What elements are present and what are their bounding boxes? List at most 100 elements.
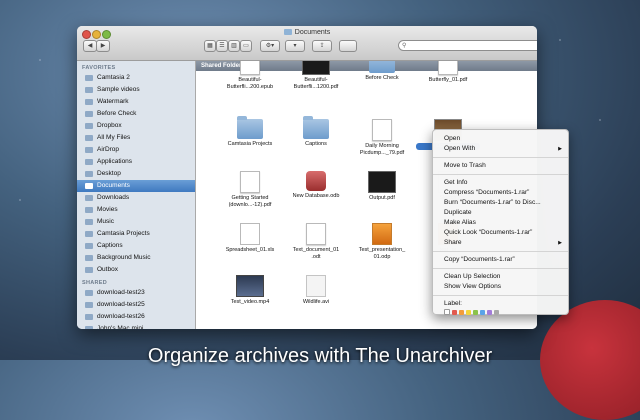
forward-button[interactable]: ▶ bbox=[96, 40, 110, 52]
label-color-swatch[interactable] bbox=[480, 309, 485, 315]
search-input[interactable]: ⚲ bbox=[398, 40, 537, 51]
sidebar-item[interactable]: Background Music bbox=[77, 252, 195, 264]
sidebar-item-label: Outbox bbox=[97, 266, 118, 273]
coverflow-view-button[interactable]: ▭ bbox=[240, 40, 252, 52]
sidebar-item-label: All My Files bbox=[97, 134, 131, 141]
menu-item[interactable]: Burn “Documents-1.rar” to Disc... bbox=[433, 198, 568, 208]
sidebar-item[interactable]: Downloads bbox=[77, 192, 195, 204]
file-item[interactable]: Getting Started (downlo...-12).pdf bbox=[218, 171, 282, 209]
sidebar-item[interactable]: Outbox bbox=[77, 264, 195, 276]
menu-item[interactable]: Clean Up Selection bbox=[433, 272, 568, 282]
label-color-swatch[interactable] bbox=[494, 309, 499, 315]
menu-item[interactable]: Get Info bbox=[433, 178, 568, 188]
file-label: Beautiful- Butterfli...200.epub bbox=[226, 77, 274, 90]
sidebar-item[interactable]: Documents bbox=[77, 180, 195, 192]
sidebar-item[interactable]: Sample videos bbox=[77, 84, 195, 96]
icon-view-button[interactable]: ▦ bbox=[204, 40, 216, 52]
folder-icon bbox=[85, 231, 93, 237]
file-item[interactable]: Wildlife.avi bbox=[284, 275, 348, 306]
file-item[interactable]: Beautiful- Butterfli...200.epub bbox=[218, 61, 282, 91]
search-icon: ⚲ bbox=[402, 43, 407, 49]
folder-icon bbox=[85, 219, 93, 225]
file-item[interactable]: Text_document_01 .odt bbox=[284, 223, 348, 261]
file-item[interactable]: Before Check bbox=[350, 61, 414, 82]
menu-item[interactable]: Make Alias bbox=[433, 218, 568, 228]
sidebar-item-label: Watermark bbox=[97, 98, 129, 105]
menu-item[interactable]: Duplicate bbox=[433, 208, 568, 218]
label-color-swatch[interactable] bbox=[473, 309, 478, 315]
sidebar-item[interactable]: Before Check bbox=[77, 108, 195, 120]
file-label: Before Check bbox=[365, 75, 399, 81]
label-color-swatch[interactable] bbox=[459, 309, 464, 315]
menu-item[interactable]: Compress “Documents-1.rar” bbox=[433, 188, 568, 198]
file-label: Text_document_01 .odt bbox=[292, 247, 340, 260]
sidebar-item[interactable]: Applications bbox=[77, 156, 195, 168]
menu-separator bbox=[433, 268, 568, 269]
submenu-arrow-icon: ▶ bbox=[558, 240, 562, 246]
folder-icon bbox=[369, 61, 395, 73]
sidebar-item[interactable]: download-test23 bbox=[77, 287, 195, 299]
file-label: Wildlife.avi bbox=[302, 299, 330, 305]
sidebar-header-shared: SHARED bbox=[82, 280, 108, 286]
column-view-button[interactable]: ▥ bbox=[228, 40, 240, 52]
file-item[interactable]: Output.pdf bbox=[350, 171, 414, 202]
sidebar-item[interactable]: Dropbox bbox=[77, 120, 195, 132]
file-item[interactable]: Captions bbox=[284, 116, 348, 148]
folder-icon bbox=[85, 75, 93, 81]
file-item[interactable]: Test_video.mp4 bbox=[218, 275, 282, 306]
sidebar-item[interactable]: Camtasia 2 bbox=[77, 72, 195, 84]
file-item[interactable]: Camtasia Projects bbox=[218, 116, 282, 148]
sidebar-item[interactable]: download-test25 bbox=[77, 299, 195, 311]
computer-icon bbox=[85, 314, 93, 320]
sidebar-item-label: Downloads bbox=[97, 194, 130, 201]
file-item[interactable]: Test_presentation_ 01.odp bbox=[350, 223, 414, 261]
file-item[interactable]: Daily Morning Picdump..._79.pdf bbox=[350, 119, 414, 157]
sidebar-item-label: Applications bbox=[97, 158, 133, 165]
sidebar-item[interactable]: Watermark bbox=[77, 96, 195, 108]
sidebar-item[interactable]: Movies bbox=[77, 204, 195, 216]
file-label: New Database.odb bbox=[292, 193, 340, 199]
file-item[interactable]: New Database.odb bbox=[284, 171, 348, 200]
sidebar-item[interactable]: AirDrop bbox=[77, 144, 195, 156]
menu-item[interactable]: Move to Trash bbox=[433, 161, 568, 171]
label-color-swatch[interactable] bbox=[452, 309, 457, 315]
file-item[interactable]: Butterfly_01.pdf bbox=[416, 61, 480, 84]
file-item[interactable]: Beautiful- Butterfli...1200.pdf bbox=[284, 61, 348, 91]
menu-item-label: Get Info bbox=[444, 179, 468, 186]
menu-item-label: Open With bbox=[444, 145, 476, 152]
menu-item[interactable]: Share ▶ bbox=[433, 238, 568, 248]
menu-item[interactable]: Open With ▶ bbox=[433, 144, 568, 154]
menu-item[interactable]: Copy “Documents-1.rar” bbox=[433, 255, 568, 265]
file-label: Test_presentation_ 01.odp bbox=[358, 247, 406, 260]
menu-item-label: Open bbox=[444, 135, 461, 142]
sidebar-item-label: Before Check bbox=[97, 110, 137, 117]
folder-icon bbox=[85, 243, 93, 249]
sidebar-item[interactable]: Music bbox=[77, 216, 195, 228]
sidebar-item[interactable]: Desktop bbox=[77, 168, 195, 180]
label-color-swatch[interactable] bbox=[466, 309, 471, 315]
back-button[interactable]: ◀ bbox=[83, 40, 97, 52]
arrange-menu-button[interactable]: ▾ bbox=[285, 40, 305, 52]
sidebar-item[interactable]: John's Mac mini bbox=[77, 323, 195, 329]
computer-icon bbox=[85, 326, 93, 329]
sidebar-item[interactable]: Camtasia Projects bbox=[77, 228, 195, 240]
label-color-swatch[interactable] bbox=[487, 309, 492, 315]
menu-separator bbox=[433, 295, 568, 296]
label-color-row bbox=[433, 309, 568, 319]
share-button[interactable]: ⇪ bbox=[312, 40, 332, 52]
file-item[interactable]: Spreadsheet_01.xls bbox=[218, 223, 282, 254]
menu-item[interactable]: Quick Look “Documents-1.rar” bbox=[433, 228, 568, 238]
folder-icon bbox=[85, 87, 93, 93]
list-view-button[interactable]: ☰ bbox=[216, 40, 228, 52]
sidebar-item[interactable]: Captions bbox=[77, 240, 195, 252]
action-menu-button[interactable]: ⚙▾ bbox=[260, 40, 280, 52]
folder-icon bbox=[85, 123, 93, 129]
label-color-swatch[interactable] bbox=[444, 309, 450, 316]
edit-tags-button[interactable] bbox=[339, 40, 357, 52]
sidebar-item[interactable]: download-test26 bbox=[77, 311, 195, 323]
doc-icon bbox=[372, 119, 392, 141]
sidebar-item-label: AirDrop bbox=[97, 146, 120, 153]
sidebar-item[interactable]: All My Files bbox=[77, 132, 195, 144]
menu-item[interactable]: Show View Options bbox=[433, 282, 568, 292]
menu-item[interactable]: Open bbox=[433, 134, 568, 144]
